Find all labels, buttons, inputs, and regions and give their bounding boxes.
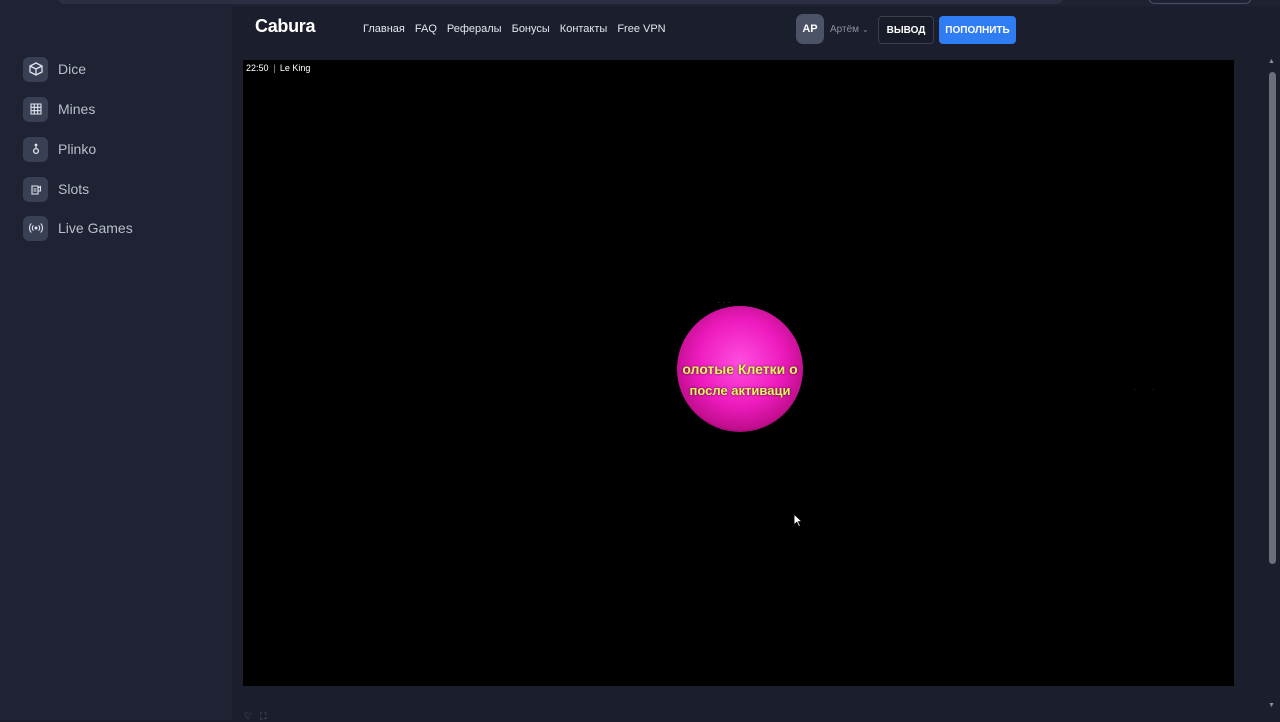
sidebar-item-label: Live Games	[58, 220, 133, 236]
sidebar-item-label: Slots	[58, 181, 90, 197]
loading-dots: ··	[1134, 387, 1170, 393]
site-logo[interactable]: Cabura	[255, 16, 316, 37]
scroll-up-icon[interactable]: ▲	[1268, 58, 1275, 65]
address-bar[interactable]	[58, 0, 1063, 4]
orb-text-line-1: олотые Клетки о	[682, 361, 798, 377]
nav-link-bonuses[interactable]: Бонусы	[512, 23, 550, 35]
user-menu[interactable]: Артём ⌄	[830, 24, 869, 35]
withdraw-button[interactable]: ВЫВОД	[878, 16, 934, 44]
game-time: 22:50	[246, 63, 269, 73]
sidebar-item-live-games[interactable]: Live Games	[23, 214, 133, 242]
separator: |	[273, 63, 276, 73]
slots-icon	[23, 176, 48, 202]
plinko-icon	[23, 136, 48, 162]
sidebar-item-dice[interactable]: Dice	[23, 55, 86, 83]
scroll-down-icon[interactable]: ▼	[1268, 702, 1275, 709]
avatar[interactable]: АР	[796, 14, 824, 44]
sidebar-item-label: Mines	[58, 101, 96, 117]
chevron-down-icon: ⌄	[862, 25, 869, 34]
game-title: Le King	[279, 63, 311, 73]
main-nav: Главная FAQ Рефералы Бонусы Контакты Fre…	[363, 23, 666, 35]
sidebar-item-label: Plinko	[58, 141, 97, 157]
game-frame[interactable]: 22:50 | Le King · · · олотые Клетки о посл…	[243, 60, 1234, 686]
sidebar-item-label: Dice	[58, 61, 87, 77]
scrollbar-thumb[interactable]	[1269, 72, 1276, 564]
sidebar: Dice Mines Plinko Slots Live Games	[0, 6, 232, 720]
game-footer-controls: ♡⛶	[244, 711, 274, 722]
nav-link-free-vpn[interactable]: Free VPN	[617, 23, 665, 35]
deposit-button[interactable]: ПОПОЛНИТЬ	[939, 16, 1016, 44]
nav-link-faq[interactable]: FAQ	[415, 23, 437, 35]
nav-link-home[interactable]: Главная	[363, 23, 405, 35]
nav-link-contacts[interactable]: Контакты	[560, 23, 608, 35]
broadcast-icon	[23, 215, 48, 241]
user-name: Артём	[830, 24, 860, 35]
sidebar-item-plinko[interactable]: Plinko	[23, 135, 96, 163]
grid-icon	[23, 96, 48, 122]
orb-top-text: · · ·	[717, 297, 731, 307]
dice-icon	[23, 56, 48, 82]
game-status-bar: 22:50 | Le King	[246, 63, 310, 73]
sidebar-item-mines[interactable]: Mines	[23, 95, 95, 123]
nav-link-referrals[interactable]: Рефералы	[447, 23, 502, 35]
orb-text-line-2: после активаци	[689, 383, 791, 398]
browser-pill-button[interactable]	[1148, 0, 1252, 4]
sidebar-item-slots[interactable]: Slots	[23, 175, 89, 203]
top-header: Cabura Главная FAQ Рефералы Бонусы Конта…	[232, 6, 1267, 54]
